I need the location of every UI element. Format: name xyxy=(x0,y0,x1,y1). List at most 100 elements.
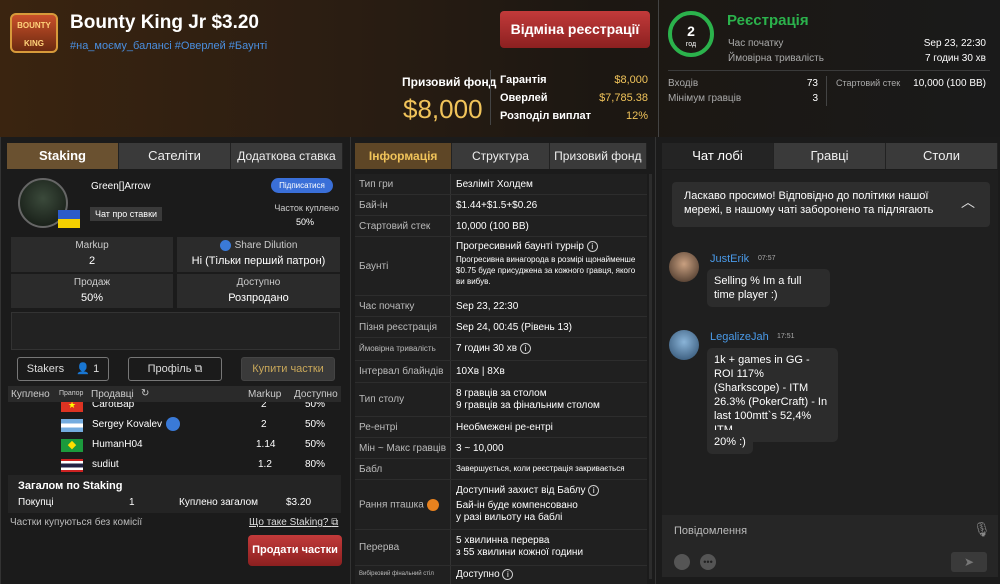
tab-prize-pool[interactable]: Призовий фонд xyxy=(549,143,647,169)
total-title: Загалом по Staking xyxy=(18,480,123,492)
info-row: Стартовий стек 10,000 (100 BB) xyxy=(355,216,647,237)
welcome-text: Ласкаво просимо! Відповідно до політики … xyxy=(684,190,934,216)
overlay-label: Оверлей xyxy=(500,92,548,104)
tournament-logo: BOUNTY KING xyxy=(10,13,58,53)
guarantee-label: Гарантія xyxy=(500,74,547,86)
prize-fund-value: $8,000 xyxy=(403,94,483,124)
tab-info[interactable]: Інформація xyxy=(355,143,453,169)
tab-tables[interactable]: Столи xyxy=(886,143,998,169)
info-row: Час початку Sep 23, 22:30 xyxy=(355,296,647,317)
chat-time: 07:57 xyxy=(758,255,776,262)
info-icon[interactable]: i xyxy=(586,241,598,252)
emoji-icon[interactable] xyxy=(674,554,690,570)
entries-value: 73 xyxy=(806,78,818,89)
total-bought-value: $3.20 xyxy=(286,497,312,508)
tab-players[interactable]: Гравці xyxy=(774,143,886,169)
chat-time: 17:51 xyxy=(777,333,795,340)
total-bought-label: Куплено загалом xyxy=(179,497,259,508)
sell-shares-button[interactable]: Продати частки xyxy=(248,535,342,566)
info-tabs: Інформація Структура Призовий фонд xyxy=(355,143,647,169)
tournament-tags[interactable]: #на_моєму_балансі #Оверлей #Баунті xyxy=(70,40,267,52)
what-is-staking-link[interactable]: Що таке Staking? ⧉ xyxy=(249,517,338,528)
min-players-label: Мінімум гравців xyxy=(668,93,742,104)
col-markup: Markup xyxy=(248,389,282,400)
thailand-flag-icon xyxy=(61,459,83,472)
stack-value: 10,000 (100 BB) xyxy=(913,78,986,89)
min-players-value: 3 xyxy=(812,93,818,104)
col-flag: Прапор xyxy=(59,390,84,397)
stakers-button[interactable]: Stakers 👤 1 xyxy=(17,357,109,381)
early-bird-icon xyxy=(426,499,439,511)
chevron-up-icon[interactable]: ︿ xyxy=(961,192,975,212)
payout-value: 12% xyxy=(625,110,648,122)
overlay-value: $7,785.38 xyxy=(599,92,648,104)
divider xyxy=(490,70,491,125)
microphone-icon[interactable]: 🎙 xyxy=(973,521,991,538)
info-scrollbar[interactable] xyxy=(649,174,652,579)
bought-value: 50% xyxy=(295,217,314,227)
divider xyxy=(826,76,827,106)
verified-icon xyxy=(166,417,180,431)
ukraine-flag-icon xyxy=(58,210,80,228)
table-row[interactable]: ◆ HumanH04 1.14 50% xyxy=(8,436,341,455)
prize-fund-label: Призовий фонд xyxy=(402,75,497,89)
tab-staking[interactable]: Staking xyxy=(7,143,119,169)
message-input[interactable]: Повідомлення xyxy=(674,525,747,537)
cancel-registration-button[interactable]: Відміна реєстрації xyxy=(500,11,650,48)
col-bought: Куплено xyxy=(11,389,50,400)
info-icon[interactable]: i xyxy=(519,343,531,354)
start-label: Час початку xyxy=(728,38,784,49)
chat-username[interactable]: JustErik xyxy=(710,253,749,265)
tab-satellites[interactable]: Сателіти xyxy=(119,143,231,169)
staking-chat-button[interactable]: Чат про ставки xyxy=(90,207,162,221)
guarantee-value: $8,000 xyxy=(614,74,648,86)
sale-box: Продаж 50% xyxy=(11,274,173,308)
info-row: Тип столу 8 гравців за столом 9 гравців за… xyxy=(355,383,647,417)
purchases-label: Покупці xyxy=(18,497,54,508)
no-commission-note: Частки купуються без комісії xyxy=(10,517,143,528)
info-row: Перерва 5 хвилинна перерва з 55 хвилини ко… xyxy=(355,530,647,566)
timer-circle: 2 год xyxy=(668,11,714,57)
tab-structure[interactable]: Структура xyxy=(452,143,550,169)
bought-label: Часток куплено xyxy=(274,203,339,213)
vietnam-flag-icon: ★ xyxy=(61,402,83,412)
info-row: Баунті Прогресивний баунті турнір i Прогре… xyxy=(355,237,647,296)
brazil-flag-icon: ◆ xyxy=(61,439,83,452)
sellers-table-header xyxy=(8,386,341,402)
info-row: Тип гри Безліміт Холдем xyxy=(355,174,647,195)
send-icon[interactable]: ➤ xyxy=(951,552,987,572)
start-value: Sep 23, 22:30 xyxy=(923,38,986,49)
table-row[interactable]: ★ CarotBap 2 50% xyxy=(8,402,341,415)
external-link-icon: ⧉ xyxy=(331,517,339,528)
table-row[interactable]: sudiut 1.2 80% xyxy=(8,456,341,475)
tab-side-bet[interactable]: Додаткова ставка xyxy=(231,143,343,169)
staker-name: Green[]Arrow xyxy=(91,181,151,192)
user-icon: 👤 xyxy=(76,363,91,375)
info-row: Ймовірна тривалість 7 годин 30 хв i xyxy=(355,338,647,361)
info-row: Ре-ентрі Необмежені ре-ентрі xyxy=(355,417,647,438)
info-row: Пізня реєстрація Sep 24, 00:45 (Рівень 13… xyxy=(355,317,647,338)
entries-label: Входів xyxy=(668,78,699,89)
avatar[interactable] xyxy=(669,252,699,282)
avatar[interactable] xyxy=(669,330,699,360)
tab-lobby-chat[interactable]: Чат лобі xyxy=(662,143,774,169)
table-row[interactable]: Sergey Kovalev 2 50% xyxy=(8,416,341,435)
share-dilution-box: Share Dilution Ні (Тільки перший патрон) xyxy=(177,237,340,272)
chat-message: 20% :) xyxy=(707,430,753,454)
markup-box: Markup 2 xyxy=(11,237,173,272)
subscribe-button[interactable]: Підписатися xyxy=(271,178,333,193)
more-icon[interactable]: ••• xyxy=(700,554,716,570)
info-icon[interactable]: i xyxy=(588,485,600,496)
external-link-icon: ⧉ xyxy=(194,363,203,375)
chat-message: Selling % Im a full time player :) xyxy=(707,269,830,307)
chat-message: 1k + games in GG - ROI 117% (Sharkscope)… xyxy=(707,348,838,442)
buy-shares-button[interactable]: Купити частки xyxy=(241,357,335,381)
profile-button[interactable]: Профіль ⧉ xyxy=(128,357,222,381)
chat-username[interactable]: LegalizeJah xyxy=(710,331,769,343)
info-icon[interactable]: i xyxy=(502,569,514,580)
info-icon xyxy=(219,240,231,251)
duration-label: Ймовірна тривалість xyxy=(728,53,824,64)
info-row: Рання пташка Доступний захист від Баблу … xyxy=(355,480,647,530)
refresh-icon[interactable]: ↻ xyxy=(141,388,149,399)
info-row: Бай-ін $1.44+$1.5+$0.26 xyxy=(355,195,647,216)
